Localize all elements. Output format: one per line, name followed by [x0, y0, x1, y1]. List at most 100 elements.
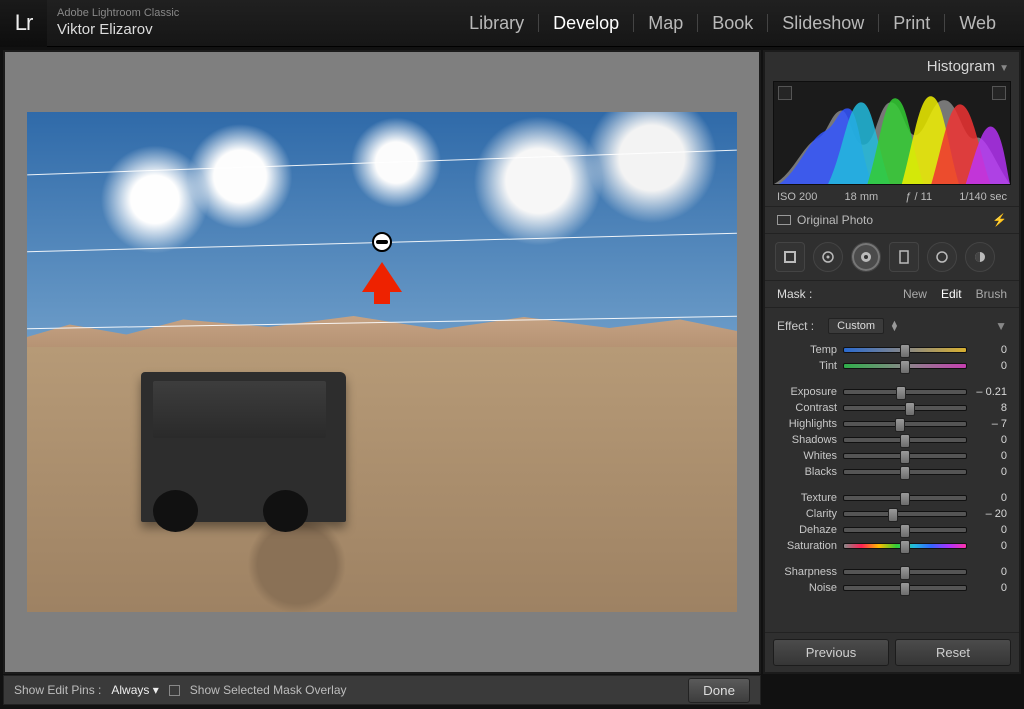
crop-tool[interactable] — [775, 242, 805, 272]
slider-dehaze[interactable]: Dehaze0 — [765, 522, 1019, 538]
slider-thumb[interactable] — [900, 524, 910, 538]
done-button[interactable]: Done — [688, 678, 750, 703]
slider-thumb[interactable] — [900, 540, 910, 554]
overlay-checkbox[interactable] — [169, 685, 180, 696]
mask-tab-new[interactable]: New — [903, 287, 927, 301]
module-nav: LibraryDevelopMapBookSlideshowPrintWeb — [455, 13, 1024, 34]
slider-thumb[interactable] — [900, 466, 910, 480]
slider-saturation[interactable]: Saturation0 — [765, 538, 1019, 554]
slider-thumb[interactable] — [900, 450, 910, 464]
nav-web[interactable]: Web — [945, 13, 1010, 34]
right-panel: Histogram▼ ISO 200 18 mm ƒ / 11 1/140 se… — [763, 50, 1021, 674]
mask-tab-edit[interactable]: Edit — [941, 287, 962, 301]
product-name: Adobe Lightroom Classic — [57, 7, 179, 20]
slider-track[interactable] — [843, 389, 967, 395]
slider-track[interactable] — [843, 585, 967, 591]
mask-tabs: New Edit Brush — [903, 287, 1007, 301]
spot-removal-tool[interactable] — [813, 242, 843, 272]
meta-aperture: ƒ / 11 — [905, 191, 932, 203]
slider-label: Blacks — [777, 466, 837, 478]
effect-stepper-icon[interactable]: ▲▼ — [890, 321, 899, 332]
slider-track[interactable] — [843, 569, 967, 575]
slider-thumb[interactable] — [895, 418, 905, 432]
local-adjust-tools — [765, 234, 1019, 281]
slider-whites[interactable]: Whites0 — [765, 448, 1019, 464]
canvas-toolbar: Show Edit Pins : Always ▾ Show Selected … — [3, 675, 761, 705]
slider-track[interactable] — [843, 437, 967, 443]
slider-label: Noise — [777, 582, 837, 594]
show-pins-dropdown[interactable]: Always ▾ — [111, 683, 158, 697]
histogram[interactable] — [773, 81, 1011, 185]
photo-metadata: ISO 200 18 mm ƒ / 11 1/140 sec — [765, 188, 1019, 206]
sliders-area: Effect : Custom ▲▼ ▼ Temp 0 Tint0 Exposure… — [765, 308, 1019, 632]
nav-develop[interactable]: Develop — [539, 13, 633, 34]
slider-temp[interactable]: Temp 0 — [765, 342, 1019, 358]
slider-track[interactable] — [843, 527, 967, 533]
slider-track[interactable] — [843, 405, 967, 411]
nav-library[interactable]: Library — [455, 13, 538, 34]
slider-thumb[interactable] — [896, 386, 906, 400]
nav-map[interactable]: Map — [634, 13, 697, 34]
slider-track[interactable] — [843, 453, 967, 459]
slider-track[interactable] — [843, 511, 967, 517]
slider-thumb[interactable] — [900, 492, 910, 506]
slider-thumb[interactable] — [900, 566, 910, 580]
slider-tint[interactable]: Tint0 — [765, 358, 1019, 374]
slider-label: Temp — [777, 344, 837, 356]
slider-highlights[interactable]: Highlights– 7 — [765, 416, 1019, 432]
overlay-label: Show Selected Mask Overlay — [190, 683, 347, 697]
collapse-icon: ▼ — [999, 63, 1009, 74]
shadow-clip-indicator[interactable] — [778, 86, 792, 100]
slider-thumb[interactable] — [905, 402, 915, 416]
slider-contrast[interactable]: Contrast8 — [765, 400, 1019, 416]
slider-value: 0 — [973, 344, 1007, 356]
slider-exposure[interactable]: Exposure– 0.21 — [765, 384, 1019, 400]
nav-slideshow[interactable]: Slideshow — [768, 13, 878, 34]
slider-value: 0 — [973, 466, 1007, 478]
slider-track[interactable] — [843, 347, 967, 353]
meta-iso: ISO 200 — [777, 191, 817, 203]
slider-texture[interactable]: Texture0 — [765, 490, 1019, 506]
slider-track[interactable] — [843, 495, 967, 501]
adjustment-brush-tool[interactable] — [927, 242, 957, 272]
slider-thumb[interactable] — [900, 344, 910, 358]
slider-value: 0 — [973, 540, 1007, 552]
slider-noise[interactable]: Noise0 — [765, 580, 1019, 596]
range-mask-tool[interactable] — [965, 242, 995, 272]
app-logo: Lr — [0, 0, 47, 47]
nav-book[interactable]: Book — [698, 13, 767, 34]
gradient-rotate-handle[interactable] — [372, 232, 392, 252]
slider-sharpness[interactable]: Sharpness0 — [765, 564, 1019, 580]
slider-thumb[interactable] — [888, 508, 898, 522]
highlight-clip-indicator[interactable] — [992, 86, 1006, 100]
previous-button[interactable]: Previous — [773, 639, 889, 666]
slider-value: 8 — [973, 402, 1007, 414]
histogram-header[interactable]: Histogram▼ — [765, 52, 1019, 81]
user-name: Viktor Elizarov — [57, 21, 179, 39]
effect-dropdown[interactable]: Custom — [828, 318, 884, 334]
slider-label: Clarity — [777, 508, 837, 520]
reset-button[interactable]: Reset — [895, 639, 1011, 666]
slider-track[interactable] — [843, 363, 967, 369]
radial-filter-tool[interactable] — [889, 242, 919, 272]
slider-track[interactable] — [843, 543, 967, 549]
slider-thumb[interactable] — [900, 360, 910, 374]
original-photo-row[interactable]: Original Photo ⚡ — [765, 206, 1019, 234]
mask-header: Mask : New Edit Brush — [765, 281, 1019, 308]
slider-track[interactable] — [843, 421, 967, 427]
mask-label: Mask : — [777, 287, 812, 301]
slider-blacks[interactable]: Blacks 0 — [765, 464, 1019, 480]
slider-thumb[interactable] — [900, 434, 910, 448]
effect-label: Effect : — [777, 319, 814, 333]
effect-collapse-icon[interactable]: ▼ — [995, 319, 1007, 333]
slider-clarity[interactable]: Clarity– 20 — [765, 506, 1019, 522]
slider-thumb[interactable] — [900, 582, 910, 596]
slider-shadows[interactable]: Shadows0 — [765, 432, 1019, 448]
graduated-filter-tool[interactable] — [851, 242, 881, 272]
photo-preview[interactable] — [27, 112, 737, 612]
canvas[interactable]: Show Edit Pins : Always ▾ Show Selected … — [3, 50, 761, 674]
nav-print[interactable]: Print — [879, 13, 944, 34]
mask-tab-brush[interactable]: Brush — [976, 287, 1007, 301]
main-area: Show Edit Pins : Always ▾ Show Selected … — [0, 47, 1024, 677]
slider-track[interactable] — [843, 469, 967, 475]
